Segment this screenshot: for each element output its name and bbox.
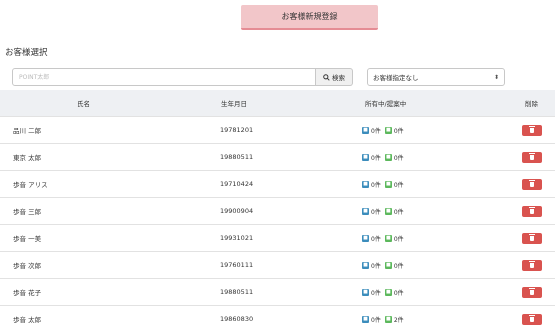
customer-table: 氏名 生年月日 所有中/提案中 削除 品川 二郎 19781201 ■ 0件 ■ 0件 東京…	[0, 90, 555, 330]
delete-button[interactable]	[522, 286, 542, 298]
proposal-count: 0件	[393, 208, 404, 216]
table-body: 品川 二郎 19781201 ■ 0件 ■ 0件 東京 太郎 19880511 ■ 0件 ■ 0件 歩音…	[0, 116, 555, 330]
customer-birthdate: 19880511	[220, 288, 254, 296]
owned-badge-icon: ■	[362, 315, 369, 323]
proposal-count: 2件	[393, 316, 404, 324]
column-header-birthdate: 生年月日	[221, 100, 247, 108]
proposal-count: 0件	[393, 235, 404, 243]
customer-filter-select[interactable]: お客様指定なし ⬍	[367, 68, 505, 86]
proposal-badge-icon: ■	[384, 207, 392, 215]
owned-badge-icon: ■	[362, 234, 369, 242]
owned-count: 0件	[371, 316, 381, 324]
proposal-count: 0件	[393, 262, 404, 270]
owned-proposed-counts: ■ 0件 ■ 0件	[362, 153, 406, 162]
proposal-badge-icon: ■	[384, 180, 392, 188]
proposal-count: 0件	[393, 127, 404, 135]
delete-button[interactable]	[522, 124, 542, 136]
table-row[interactable]: 歩音 花子 19880511 ■ 0件 ■ 0件	[0, 278, 555, 305]
customer-filter-value: お客様指定なし	[373, 74, 419, 82]
proposal-badge-icon: ■	[384, 261, 392, 269]
proposal-count: 0件	[393, 181, 404, 189]
customer-name: 歩音 太郎	[13, 316, 42, 324]
proposal-badge-icon: ■	[384, 153, 392, 161]
table-row[interactable]: 歩音 三郎 19900904 ■ 0件 ■ 0件	[0, 197, 555, 224]
owned-badge-icon: ■	[362, 261, 369, 269]
column-header-name: 氏名	[77, 100, 90, 108]
customer-name: 歩音 アリス	[13, 181, 48, 189]
table-row[interactable]: 歩音 次郎 19760111 ■ 0件 ■ 0件	[0, 251, 555, 278]
column-header-delete: 削除	[525, 100, 538, 108]
trash-icon	[529, 152, 535, 160]
owned-count: 0件	[371, 181, 381, 189]
delete-button[interactable]	[522, 232, 542, 244]
owned-proposed-counts: ■ 0件 ■ 0件	[362, 234, 406, 243]
customer-name: 歩音 一美	[13, 235, 42, 243]
table-row[interactable]: 品川 二郎 19781201 ■ 0件 ■ 0件	[0, 116, 555, 143]
new-customer-register-button[interactable]: お客様新規登録	[241, 5, 378, 30]
delete-button[interactable]	[522, 178, 542, 190]
proposal-badge-icon: ■	[384, 126, 392, 134]
customer-birthdate: 19760111	[220, 261, 254, 269]
owned-count: 0件	[371, 235, 381, 243]
proposal-count: 0件	[393, 154, 404, 162]
customer-name: 品川 二郎	[13, 127, 42, 135]
chevron-updown-icon: ⬍	[493, 73, 499, 81]
customer-birthdate: 19710424	[220, 180, 254, 188]
trash-icon	[529, 179, 535, 187]
table-header: 氏名 生年月日 所有中/提案中 削除	[0, 90, 555, 116]
customer-name: 歩音 次郎	[13, 262, 42, 270]
trash-icon	[529, 233, 535, 241]
delete-button[interactable]	[522, 313, 542, 325]
owned-proposed-counts: ■ 0件 ■ 2件	[362, 315, 406, 324]
customer-birthdate: 19860830	[220, 315, 254, 323]
owned-count: 0件	[371, 127, 381, 135]
owned-badge-icon: ■	[362, 180, 369, 188]
search-button-label: 検索	[332, 74, 345, 82]
section-title: お客様選択	[5, 48, 48, 58]
table-row[interactable]: 歩音 太郎 19860830 ■ 0件 ■ 2件	[0, 305, 555, 330]
owned-proposed-counts: ■ 0件 ■ 0件	[362, 126, 406, 135]
owned-proposed-counts: ■ 0件 ■ 0件	[362, 261, 406, 270]
table-row[interactable]: 歩音 一美 19931021 ■ 0件 ■ 0件	[0, 224, 555, 251]
trash-icon	[529, 287, 535, 295]
trash-icon	[529, 260, 535, 268]
search-button[interactable]: 検索	[316, 68, 353, 86]
delete-button[interactable]	[522, 259, 542, 271]
owned-count: 0件	[371, 154, 381, 162]
customer-birthdate: 19900904	[220, 207, 254, 215]
owned-proposed-counts: ■ 0件 ■ 0件	[362, 180, 406, 189]
search-input[interactable]	[12, 68, 316, 86]
customer-name: 歩音 三郎	[13, 208, 42, 216]
trash-icon	[529, 125, 535, 133]
owned-count: 0件	[371, 289, 381, 297]
owned-badge-icon: ■	[362, 207, 369, 215]
customer-birthdate: 19880511	[220, 153, 254, 161]
delete-button[interactable]	[522, 151, 542, 163]
trash-icon	[529, 314, 535, 322]
table-row[interactable]: 歩音 アリス 19710424 ■ 0件 ■ 0件	[0, 170, 555, 197]
proposal-badge-icon: ■	[384, 288, 392, 296]
owned-badge-icon: ■	[362, 126, 369, 134]
customer-birthdate: 19781201	[220, 126, 254, 134]
customer-name: 歩音 花子	[13, 289, 42, 297]
owned-badge-icon: ■	[362, 288, 369, 296]
proposal-badge-icon: ■	[384, 315, 392, 323]
owned-count: 0件	[371, 262, 381, 270]
owned-badge-icon: ■	[362, 153, 369, 161]
owned-proposed-counts: ■ 0件 ■ 0件	[362, 288, 406, 297]
proposal-count: 0件	[393, 289, 404, 297]
search-icon	[323, 73, 330, 81]
search-bar: 検索	[12, 68, 353, 86]
proposal-badge-icon: ■	[384, 234, 392, 242]
customer-name: 東京 太郎	[13, 154, 42, 162]
trash-icon	[529, 206, 535, 214]
owned-proposed-counts: ■ 0件 ■ 0件	[362, 207, 406, 216]
owned-count: 0件	[371, 208, 381, 216]
customer-birthdate: 19931021	[220, 234, 254, 242]
delete-button[interactable]	[522, 205, 542, 217]
table-row[interactable]: 東京 太郎 19880511 ■ 0件 ■ 0件	[0, 143, 555, 170]
column-header-owned-proposed: 所有中/提案中	[365, 100, 407, 108]
